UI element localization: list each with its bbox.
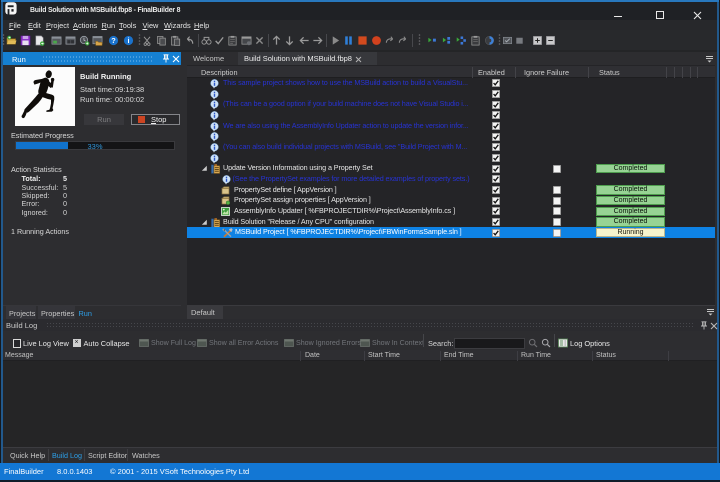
- svg-text:?: ?: [111, 36, 116, 45]
- svg-text:i: i: [127, 36, 129, 45]
